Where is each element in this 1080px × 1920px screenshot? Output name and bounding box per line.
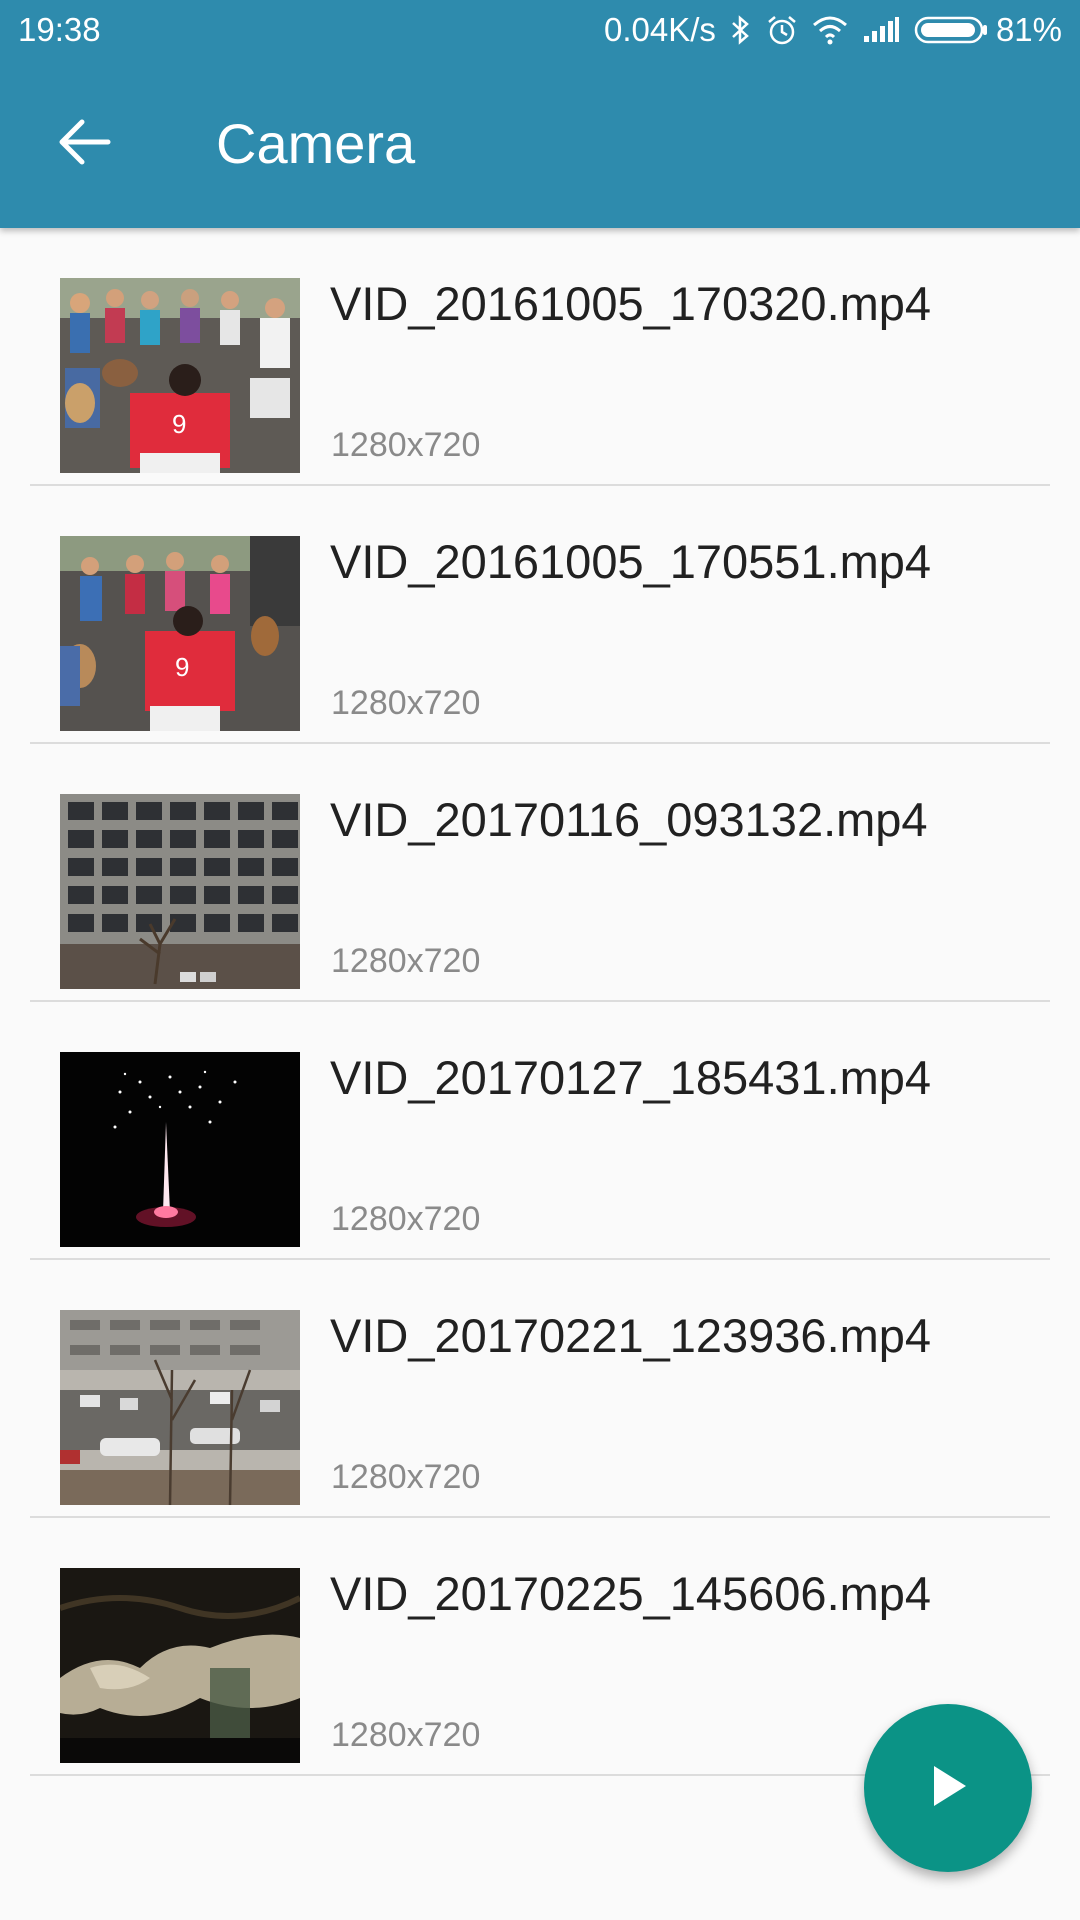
video-list-item[interactable]: VID_20170127_185431.mp4 1280x720 xyxy=(30,1002,1050,1260)
video-thumbnail xyxy=(60,1052,300,1247)
play-button[interactable] xyxy=(864,1704,1032,1872)
app-bar: Camera xyxy=(0,60,1080,228)
wifi-icon xyxy=(812,15,848,45)
video-thumbnail xyxy=(60,1310,300,1505)
signal-icon xyxy=(862,16,900,44)
back-button[interactable] xyxy=(44,112,124,176)
network-speed: 0.04K/s xyxy=(604,11,716,48)
video-list-item[interactable]: 9 VID_20161005_170320.mp4 1280x720 xyxy=(30,228,1050,486)
video-resolution: 1280x720 xyxy=(331,1458,481,1496)
video-resolution: 1280x720 xyxy=(331,942,481,980)
battery-icon xyxy=(914,15,988,45)
bluetooth-icon xyxy=(730,15,752,45)
video-list[interactable]: 1280x720 9 xyxy=(0,0,1080,1776)
svg-text:9: 9 xyxy=(175,652,189,682)
app-root: 19:38 0.04K/s 81% Camera 9 VID_20161005_… xyxy=(0,0,1080,1920)
video-resolution: 1280x720 xyxy=(331,1716,481,1754)
video-resolution: 1280x720 xyxy=(331,426,481,464)
status-time: 19:38 xyxy=(18,11,101,48)
video-resolution: 1280x720 xyxy=(331,1200,481,1238)
video-thumbnail xyxy=(60,794,300,989)
video-list-item[interactable]: VID_20170221_123936.mp4 1280x720 xyxy=(30,1260,1050,1518)
status-icons: 0.04K/s 81% xyxy=(604,11,1062,49)
status-bar: 19:38 0.04K/s 81% xyxy=(0,0,1080,60)
video-thumbnail xyxy=(60,1568,300,1763)
play-icon xyxy=(924,1760,972,1817)
video-resolution: 1280x720 xyxy=(331,684,481,722)
video-filename: VID_20170116_093132.mp4 xyxy=(330,793,928,846)
video-thumbnail: 9 xyxy=(60,278,300,473)
video-filename: VID_20161005_170551.mp4 xyxy=(330,535,932,588)
video-filename: VID_20170127_185431.mp4 xyxy=(330,1051,932,1104)
alarm-icon xyxy=(766,14,798,46)
video-filename: VID_20170225_145606.mp4 xyxy=(330,1567,932,1620)
battery-percent: 81% xyxy=(995,11,1062,48)
video-list-item[interactable]: 9 VID_20161005_170551.mp4 1280x720 xyxy=(30,486,1050,744)
battery-indicator: 81% xyxy=(914,11,1062,49)
page-title: Camera xyxy=(216,112,416,175)
arrow-back-icon xyxy=(56,116,112,173)
video-list-item[interactable]: VID_20170116_093132.mp4 1280x720 xyxy=(30,744,1050,1002)
video-filename: VID_20161005_170320.mp4 xyxy=(330,277,932,330)
video-thumbnail: 9 xyxy=(60,536,300,731)
svg-text:9: 9 xyxy=(172,409,186,439)
video-filename: VID_20170221_123936.mp4 xyxy=(330,1309,932,1362)
